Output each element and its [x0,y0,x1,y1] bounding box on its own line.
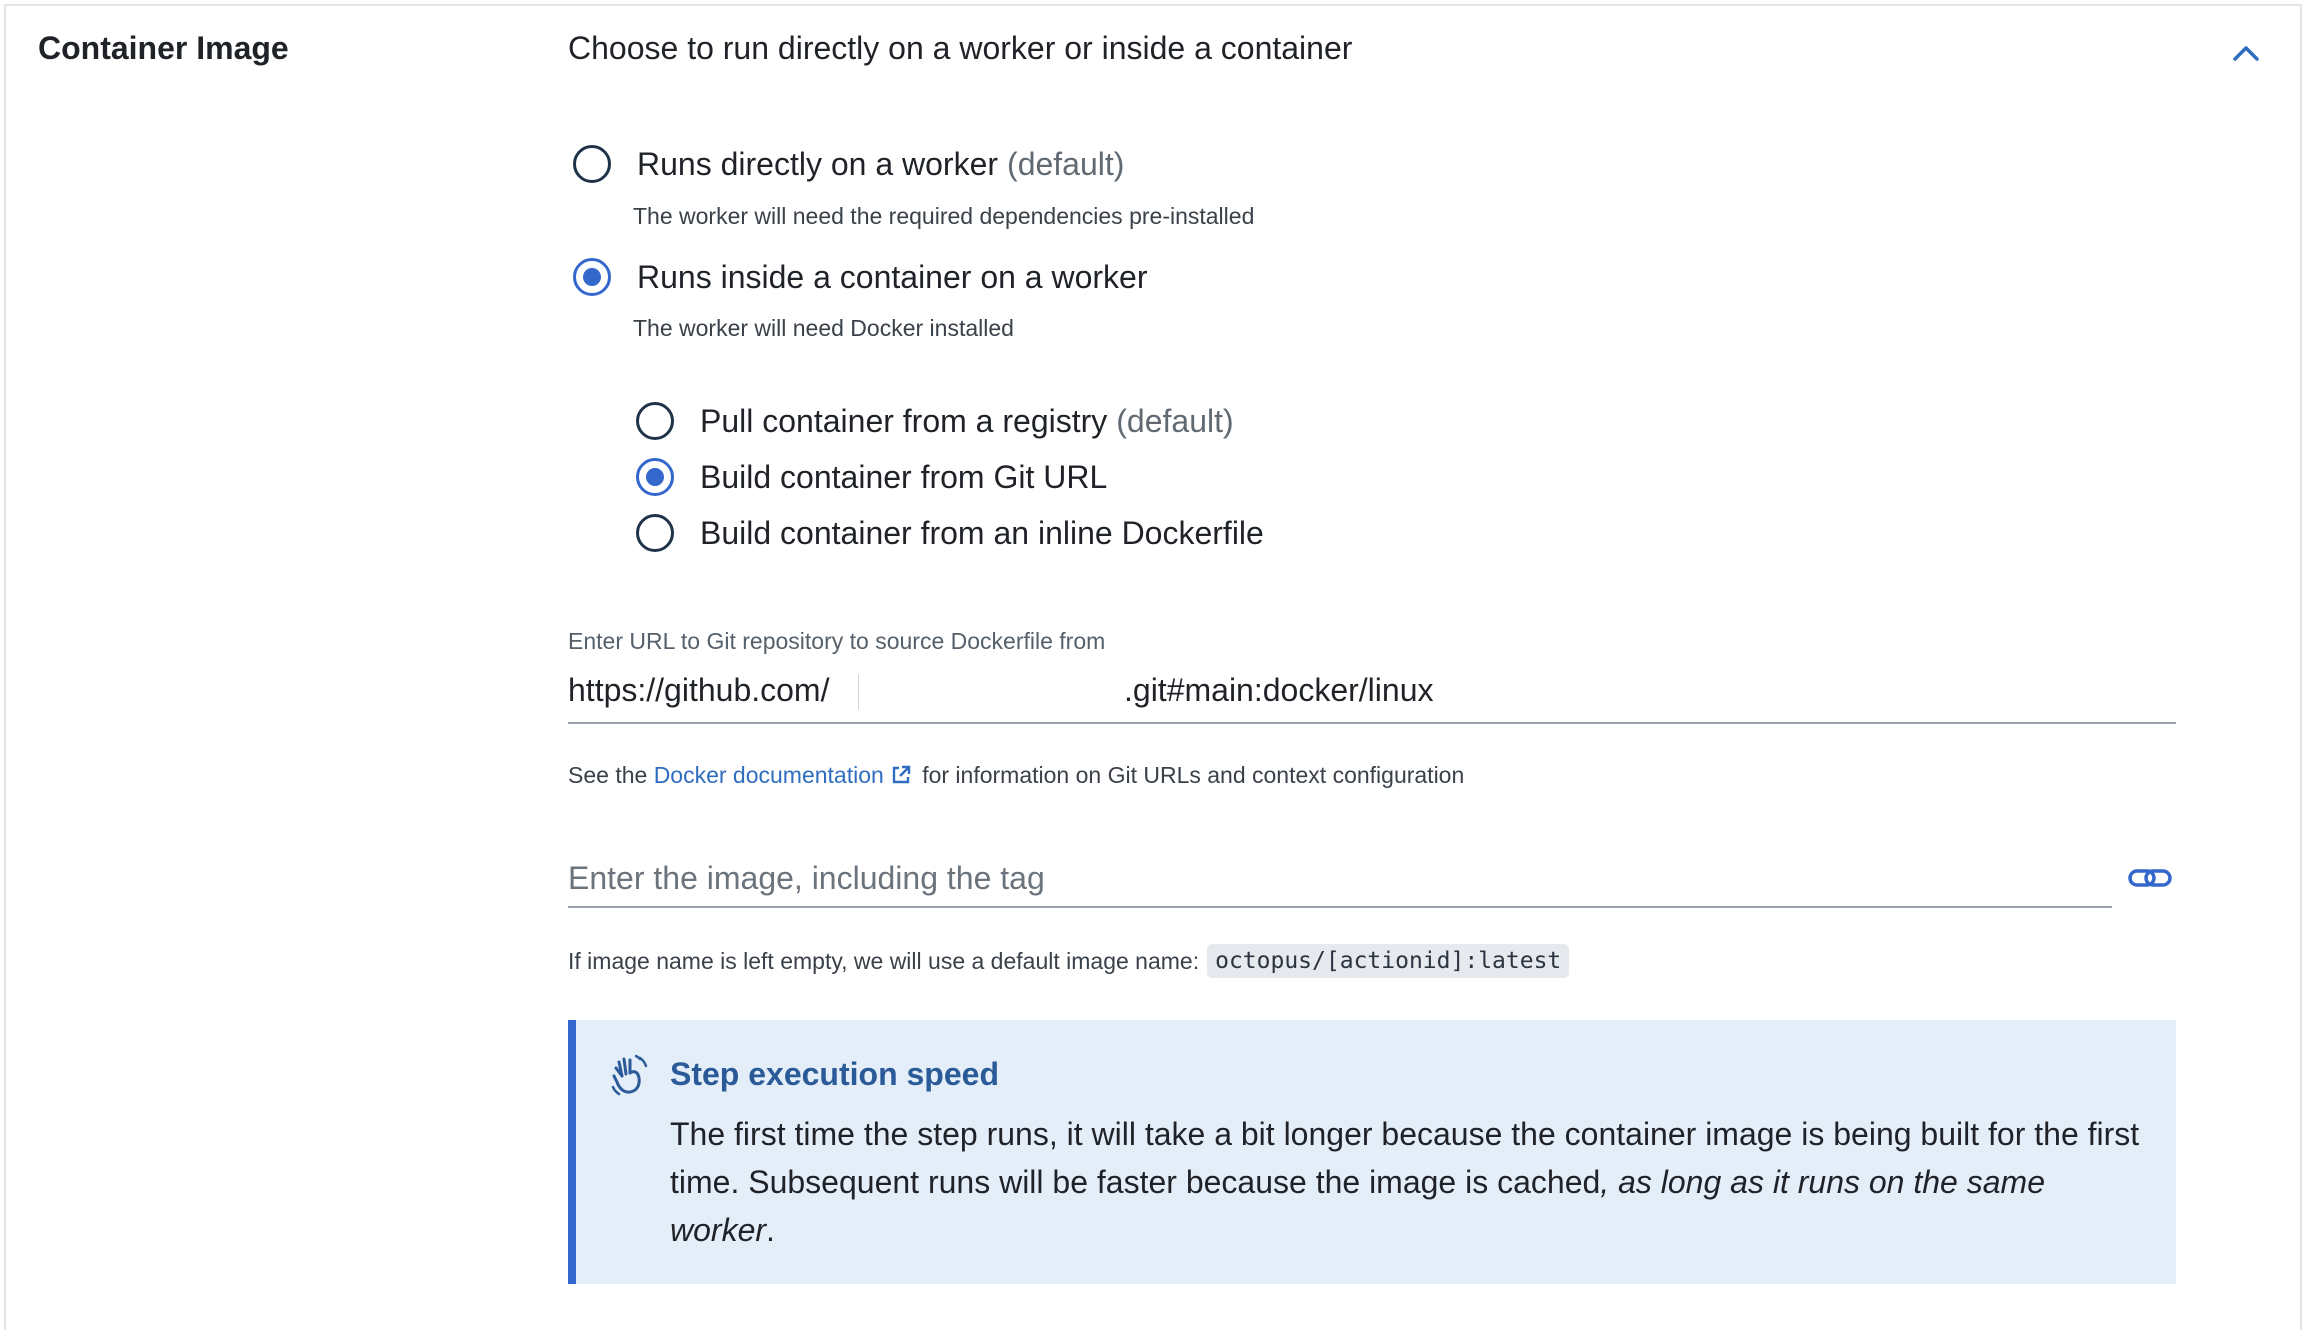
collapse-button[interactable] [2226,36,2266,70]
radio-circle-unchecked[interactable] [573,145,611,183]
radio-help-text: The worker will need Docker installed [633,315,1014,341]
waving-hand-icon [611,1054,648,1096]
section-title: Container Image [38,30,289,66]
default-image-note: If image name is left empty, we will use… [568,944,1570,978]
radio-circle-unchecked[interactable] [636,514,674,552]
git-url-label: Enter URL to Git repository to source Do… [568,628,1106,654]
redacted-segment [858,674,1129,710]
image-name-field[interactable] [568,850,2112,908]
link-icon [2128,869,2172,887]
radio-label-text: Build container from Git URL [700,458,1108,495]
step-speed-callout: Step execution speed The first time the … [568,1020,2176,1284]
radio-runs-directly[interactable]: Runs directly on a worker (default) [573,145,1124,183]
default-image-code: octopus/[actionid]:latest [1207,944,1570,978]
radio-runs-in-container[interactable]: Runs inside a container on a worker [573,258,1148,296]
radio-label-text: Runs inside a container on a worker [637,258,1148,295]
radio-label-text: Runs directly on a worker [637,145,999,182]
git-url-prefix: https://github.com/ [568,672,830,708]
image-name-input[interactable] [568,850,2112,906]
radio-label-text: Pull container from a registry [700,402,1108,439]
radio-build-from-git[interactable]: Build container from Git URL [636,458,1107,496]
default-image-text: If image name is left empty, we will use… [568,947,1200,974]
git-url-suffix: .git#main:docker/linux [1124,672,1434,708]
docs-link-text: Docker documentation [653,762,884,788]
git-url-input[interactable]: https://github.com/ .git#main:docker/lin… [568,668,2176,724]
radio-circle-unchecked[interactable] [636,402,674,440]
external-link-icon [892,765,911,784]
chevron-up-icon [2233,46,2259,61]
callout-body-end: . [766,1212,775,1248]
docs-note: See the Docker documentation for informa… [568,762,1464,789]
radio-help-text: The worker will need the required depend… [633,203,1255,229]
docs-note-before: See the [568,762,654,788]
docs-note-after: for information on Git URLs and context … [915,762,1465,788]
default-tag: (default) [1116,402,1234,439]
callout-body: The first time the step runs, it will ta… [670,1110,2150,1254]
docker-docs-link[interactable]: Docker documentation [654,762,916,788]
section-summary: Choose to run directly on a worker or in… [568,30,1353,66]
radio-circle-checked[interactable] [636,458,674,496]
radio-circle-checked[interactable] [573,258,611,296]
radio-pull-from-registry[interactable]: Pull container from a registry (default) [636,402,1234,440]
radio-build-inline-dockerfile[interactable]: Build container from an inline Dockerfil… [636,514,1264,552]
default-tag: (default) [1007,145,1125,182]
callout-title: Step execution speed [670,1056,999,1092]
radio-label-text: Build container from an inline Dockerfil… [700,514,1264,551]
bind-variable-button[interactable] [2126,862,2174,894]
